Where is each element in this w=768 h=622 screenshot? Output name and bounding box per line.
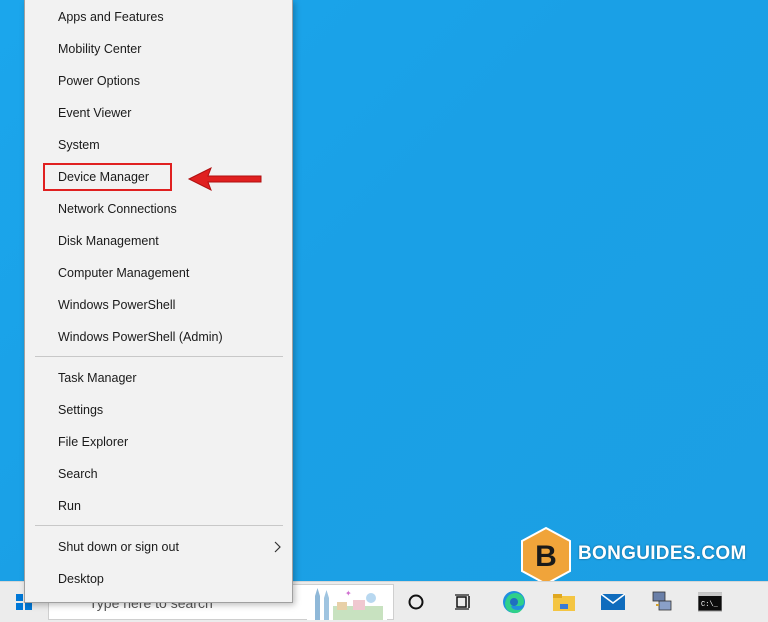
menu-item-windows-powershell-admin[interactable]: Windows PowerShell (Admin) (25, 321, 292, 353)
menu-separator (35, 525, 283, 526)
menu-item-windows-powershell[interactable]: Windows PowerShell (25, 289, 292, 321)
annotation-highlight-box (43, 163, 172, 191)
annotation-arrow-icon (187, 166, 262, 192)
menu-item-mobility-center[interactable]: Mobility Center (25, 33, 292, 65)
menu-item-computer-management[interactable]: Computer Management (25, 257, 292, 289)
menu-item-search[interactable]: Search (25, 458, 292, 490)
menu-item-apps-and-features[interactable]: Apps and Features (25, 1, 292, 33)
menu-item-settings[interactable]: Settings (25, 394, 292, 426)
network-icon[interactable] (640, 582, 684, 622)
menu-separator (35, 356, 283, 357)
svg-text:✦: ✦ (345, 589, 352, 598)
task-view-icon[interactable] (441, 582, 485, 622)
bonguides-logo: B BONGUIDES.COM (516, 526, 746, 586)
menu-item-file-explorer[interactable]: File Explorer (25, 426, 292, 458)
logo-text: BONGUIDES.COM (578, 543, 747, 564)
file-explorer-icon[interactable] (542, 582, 586, 622)
menu-item-run[interactable]: Run (25, 490, 292, 522)
menu-item-event-viewer[interactable]: Event Viewer (25, 97, 292, 129)
terminal-icon[interactable]: C:\_ (688, 582, 732, 622)
logo-letter: B (535, 540, 557, 573)
winx-context-menu: Apps and Features Mobility Center Power … (24, 0, 293, 603)
menu-item-network-connections[interactable]: Network Connections (25, 193, 292, 225)
menu-item-disk-management[interactable]: Disk Management (25, 225, 292, 257)
menu-item-label: Shut down or sign out (58, 540, 179, 554)
cortana-icon[interactable] (394, 582, 438, 622)
menu-item-task-manager[interactable]: Task Manager (25, 362, 292, 394)
menu-item-system[interactable]: System (25, 129, 292, 161)
menu-item-shut-down-or-sign-out[interactable]: Shut down or sign out (25, 531, 292, 563)
menu-item-power-options[interactable]: Power Options (25, 65, 292, 97)
menu-item-desktop[interactable]: Desktop (25, 563, 292, 595)
logo-hexagon-icon: B (521, 526, 571, 586)
mail-icon[interactable] (591, 582, 635, 622)
svg-text:C:\_: C:\_ (701, 601, 719, 609)
edge-icon[interactable] (492, 582, 536, 622)
search-highlight-art-icon: ✦ (307, 586, 387, 620)
